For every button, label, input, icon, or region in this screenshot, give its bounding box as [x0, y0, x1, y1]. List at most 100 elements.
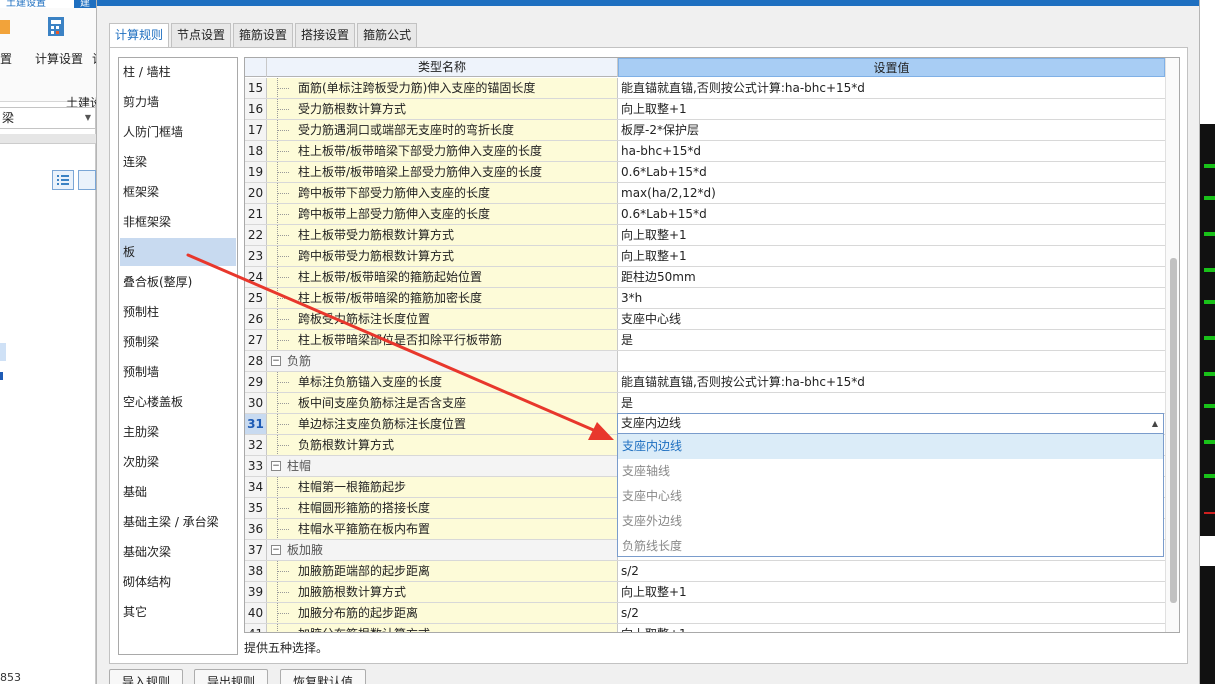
option-support-outer-edge[interactable]: 支座外边线: [618, 509, 1163, 534]
table-row[interactable]: 38 加腋筋距端部的起步距离 s/2: [245, 561, 1165, 582]
row-type-name[interactable]: 柱上板带受力筋根数计算方式: [267, 225, 618, 245]
table-row[interactable]: 25 柱上板带/板带暗梁的箍筋加密长度 3*h: [245, 288, 1165, 309]
option-support-center-line[interactable]: 支座中心线: [618, 484, 1163, 509]
table-row[interactable]: 15 面筋(单标注跨板受力筋)伸入支座的锚固长度 能直锚就直锚,否则按公式计算:ha…: [245, 78, 1165, 99]
table-row[interactable]: 18 柱上板带/板带暗梁下部受力筋伸入支座的长度 ha-bhc+15*d: [245, 141, 1165, 162]
scrollbar-thumb[interactable]: [1170, 258, 1177, 603]
detail-view-icon[interactable]: [78, 170, 96, 190]
table-row[interactable]: 22 柱上板带受力筋根数计算方式 向上取整+1: [245, 225, 1165, 246]
row-setting-value[interactable]: 距柱边50mm: [618, 267, 1165, 287]
row-setting-value[interactable]: 是: [618, 393, 1165, 413]
table-row[interactable]: 27 柱上板带暗梁部位是否扣除平行板带筋 是: [245, 330, 1165, 351]
row-type-name[interactable]: 受力筋根数计算方式: [267, 99, 618, 119]
collapse-icon[interactable]: −: [271, 545, 281, 555]
row-type-name[interactable]: 单标注负筋锚入支座的长度: [267, 372, 618, 392]
tab-stirrup-formula[interactable]: 箍筋公式: [357, 23, 418, 47]
table-row[interactable]: 24 柱上板带/板带暗梁的箍筋起始位置 距柱边50mm: [245, 267, 1165, 288]
row-setting-value[interactable]: 向上取整+1: [618, 582, 1165, 602]
row-type-name[interactable]: 柱上板带/板带暗梁的箍筋起始位置: [267, 267, 618, 287]
category-masonry[interactable]: 砌体结构: [120, 568, 236, 596]
table-row[interactable]: 19 柱上板带/板带暗梁上部受力筋伸入支座的长度 0.6*Lab+15*d: [245, 162, 1165, 183]
category-composite-slab[interactable]: 叠合板(整厚): [120, 268, 236, 296]
row-type-name[interactable]: 跨中板带下部受力筋伸入支座的长度: [267, 183, 618, 203]
table-row[interactable]: 40 加腋分布筋的起步距离 s/2: [245, 603, 1165, 624]
category-hollow-floor-slab[interactable]: 空心楼盖板: [120, 388, 236, 416]
row-type-name[interactable]: 单边标注支座负筋标注长度位置: [267, 414, 618, 434]
category-civil-defense-door-wall[interactable]: 人防门框墙: [120, 118, 236, 146]
header-setting-value[interactable]: 设置值: [618, 58, 1165, 77]
category-column-wallcolumn[interactable]: 柱 / 墙柱: [120, 58, 236, 86]
row-type-name[interactable]: 加腋筋距端部的起步距离: [267, 561, 618, 581]
table-row[interactable]: 30 板中间支座负筋标注是否含支座 是: [245, 393, 1165, 414]
row-setting-value[interactable]: 是: [618, 330, 1165, 350]
category-precast-wall[interactable]: 预制墙: [120, 358, 236, 386]
table-row[interactable]: 20 跨中板带下部受力筋伸入支座的长度 max(ha/2,12*d): [245, 183, 1165, 204]
tab-lap-settings[interactable]: 搭接设置: [295, 23, 356, 47]
tab-calc-rules[interactable]: 计算规则: [109, 23, 170, 48]
row-type-name[interactable]: 跨中板带受力筋根数计算方式: [267, 246, 618, 266]
row-setting-value[interactable]: 0.6*Lab+15*d: [618, 162, 1165, 182]
row-type-name[interactable]: 负筋根数计算方式: [267, 435, 618, 455]
category-shear-wall[interactable]: 剪力墙: [120, 88, 236, 116]
row-type-name[interactable]: − 负筋: [267, 351, 618, 371]
settings-icon[interactable]: [0, 16, 14, 38]
list-view-icon[interactable]: [52, 170, 74, 190]
row-setting-value[interactable]: [618, 351, 1165, 371]
table-row[interactable]: 26 跨板受力筋标注长度位置 支座中心线: [245, 309, 1165, 330]
table-row[interactable]: 29 单标注负筋锚入支座的长度 能直锚就直锚,否则按公式计算:ha-bhc+15*d: [245, 372, 1165, 393]
calculator-icon[interactable]: [46, 16, 68, 38]
row-setting-value[interactable]: 向上取整+1: [618, 225, 1165, 245]
row-type-name[interactable]: 受力筋遇洞口或端部无支座时的弯折长度: [267, 120, 618, 140]
row-type-name[interactable]: − 板加腋: [267, 540, 618, 560]
category-foundation[interactable]: 基础: [120, 478, 236, 506]
tab-stirrup-settings[interactable]: 箍筋设置: [233, 23, 294, 47]
row-type-name[interactable]: 跨板受力筋标注长度位置: [267, 309, 618, 329]
category-frame-beam[interactable]: 框架梁: [120, 178, 236, 206]
table-row[interactable]: 23 跨中板带受力筋根数计算方式 向上取整+1: [245, 246, 1165, 267]
row-type-name[interactable]: 加腋分布筋的起步距离: [267, 603, 618, 623]
row-type-name[interactable]: 柱帽圆形箍筋的搭接长度: [267, 498, 618, 518]
group-row[interactable]: 28− 负筋: [245, 351, 1165, 372]
row-setting-value[interactable]: 向上取整+1: [618, 624, 1165, 632]
category-slab[interactable]: 板: [120, 238, 236, 266]
row-setting-value[interactable]: s/2: [618, 561, 1165, 581]
chevron-up-icon[interactable]: ▲: [1152, 414, 1158, 433]
tab-node-settings[interactable]: 节点设置: [171, 23, 232, 47]
floor-combo[interactable]: 梁 ▼: [0, 107, 96, 129]
row-type-name[interactable]: 柱上板带/板带暗梁下部受力筋伸入支座的长度: [267, 141, 618, 161]
option-support-inner-edge[interactable]: 支座内边线: [618, 434, 1163, 459]
row-setting-value[interactable]: 支座中心线: [618, 309, 1165, 329]
row-type-name[interactable]: 柱上板带/板带暗梁上部受力筋伸入支座的长度: [267, 162, 618, 182]
row-type-name[interactable]: 面筋(单标注跨板受力筋)伸入支座的锚固长度: [267, 78, 618, 98]
category-secondary-rib-beam[interactable]: 次肋梁: [120, 448, 236, 476]
category-main-rib-beam[interactable]: 主肋梁: [120, 418, 236, 446]
row-type-name[interactable]: 加腋分布筋根数计算方式: [267, 624, 618, 632]
row-type-name[interactable]: 柱帽第一根箍筋起步: [267, 477, 618, 497]
row-type-name[interactable]: 跨中板带上部受力筋伸入支座的长度: [267, 204, 618, 224]
collapse-icon[interactable]: −: [271, 356, 281, 366]
grid-scrollbar[interactable]: [1165, 58, 1179, 632]
category-coupling-beam[interactable]: 连梁: [120, 148, 236, 176]
row-setting-value[interactable]: ha-bhc+15*d: [618, 141, 1165, 161]
category-non-frame-beam[interactable]: 非框架梁: [120, 208, 236, 236]
option-support-axis[interactable]: 支座轴线: [618, 459, 1163, 484]
collapse-icon[interactable]: −: [271, 461, 281, 471]
table-row[interactable]: 21 跨中板带上部受力筋伸入支座的长度 0.6*Lab+15*d: [245, 204, 1165, 225]
background-tab-next[interactable]: 建: [80, 0, 96, 8]
row-type-name[interactable]: 柱上板带/板带暗梁的箍筋加密长度: [267, 288, 618, 308]
category-foundation-main-beam[interactable]: 基础主梁 / 承台梁: [120, 508, 236, 536]
import-rules-button[interactable]: 导入规则: [109, 669, 184, 684]
category-other[interactable]: 其它: [120, 598, 236, 626]
value-combo-editor[interactable]: 支座内边线 ▲: [617, 413, 1164, 434]
row-type-name[interactable]: 柱帽水平箍筋在板内布置: [267, 519, 618, 539]
header-type-name[interactable]: 类型名称: [267, 58, 618, 77]
category-foundation-secondary-beam[interactable]: 基础次梁: [120, 538, 236, 566]
row-setting-value[interactable]: 板厚-2*保护层: [618, 120, 1165, 140]
row-setting-value[interactable]: 向上取整+1: [618, 99, 1165, 119]
row-setting-value[interactable]: 0.6*Lab+15*d: [618, 204, 1165, 224]
table-row[interactable]: 41 加腋分布筋根数计算方式 向上取整+1: [245, 624, 1165, 632]
row-setting-value[interactable]: s/2: [618, 603, 1165, 623]
row-setting-value[interactable]: 3*h: [618, 288, 1165, 308]
table-row[interactable]: 16 受力筋根数计算方式 向上取整+1: [245, 99, 1165, 120]
category-precast-beam[interactable]: 预制梁: [120, 328, 236, 356]
